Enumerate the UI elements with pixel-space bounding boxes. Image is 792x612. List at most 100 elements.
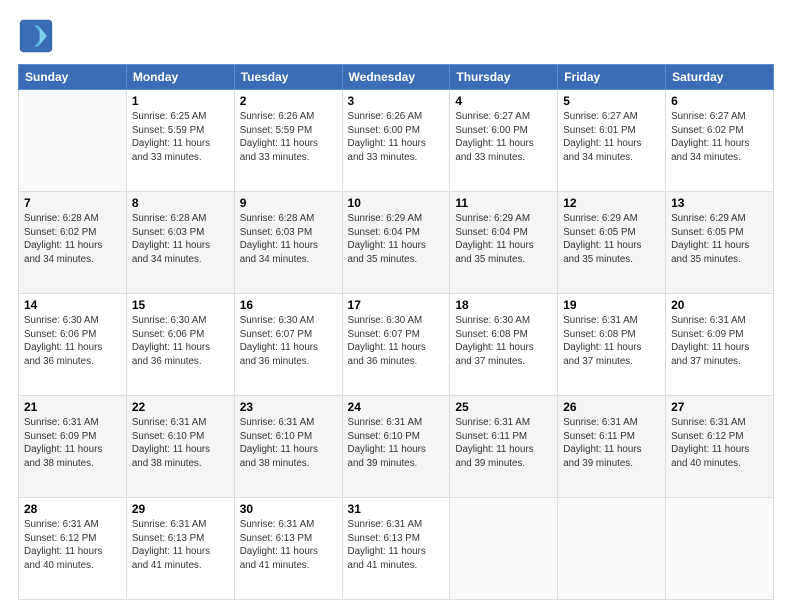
generalblue-icon <box>18 18 54 54</box>
day-info: Sunrise: 6:30 AM Sunset: 6:08 PM Dayligh… <box>455 314 552 369</box>
week-row-2: 7 Sunrise: 6:28 AM Sunset: 6:02 PM Daylig… <box>19 192 774 294</box>
day-cell: 17 Sunrise: 6:30 AM Sunset: 6:07 PM Dayli… <box>342 294 450 396</box>
day-number: 31 <box>348 502 445 516</box>
day-number: 11 <box>455 196 552 210</box>
day-cell: 22 Sunrise: 6:31 AM Sunset: 6:10 PM Dayli… <box>126 396 234 498</box>
day-cell: 5 Sunrise: 6:27 AM Sunset: 6:01 PM Daylig… <box>558 90 666 192</box>
day-info: Sunrise: 6:26 AM Sunset: 5:59 PM Dayligh… <box>240 110 337 165</box>
header <box>18 18 774 54</box>
day-number: 27 <box>671 400 768 414</box>
day-number: 16 <box>240 298 337 312</box>
day-number: 7 <box>24 196 121 210</box>
day-number: 1 <box>132 94 229 108</box>
day-number: 24 <box>348 400 445 414</box>
day-cell: 7 Sunrise: 6:28 AM Sunset: 6:02 PM Daylig… <box>19 192 127 294</box>
week-row-3: 14 Sunrise: 6:30 AM Sunset: 6:06 PM Dayli… <box>19 294 774 396</box>
day-cell: 13Sunrise: 6:29 AM Sunset: 6:05 PM Dayli… <box>666 192 774 294</box>
day-cell <box>666 498 774 600</box>
day-cell: 29 Sunrise: 6:31 AM Sunset: 6:13 PM Dayli… <box>126 498 234 600</box>
day-cell: 18 Sunrise: 6:30 AM Sunset: 6:08 PM Dayli… <box>450 294 558 396</box>
day-cell: 20Sunrise: 6:31 AM Sunset: 6:09 PM Dayli… <box>666 294 774 396</box>
day-cell <box>19 90 127 192</box>
day-cell: 14 Sunrise: 6:30 AM Sunset: 6:06 PM Dayli… <box>19 294 127 396</box>
day-number: 23 <box>240 400 337 414</box>
day-info: Sunrise: 6:31 AM Sunset: 6:09 PM Dayligh… <box>24 416 121 471</box>
day-info: Sunrise: 6:30 AM Sunset: 6:06 PM Dayligh… <box>24 314 121 369</box>
weekday-header-thursday: Thursday <box>450 65 558 90</box>
day-cell: 11 Sunrise: 6:29 AM Sunset: 6:04 PM Dayli… <box>450 192 558 294</box>
week-row-4: 21 Sunrise: 6:31 AM Sunset: 6:09 PM Dayli… <box>19 396 774 498</box>
day-info: Sunrise: 6:31 AM Sunset: 6:10 PM Dayligh… <box>348 416 445 471</box>
day-cell: 10Sunrise: 6:29 AM Sunset: 6:04 PM Dayli… <box>342 192 450 294</box>
logo <box>18 18 58 54</box>
day-info: Sunrise: 6:26 AM Sunset: 6:00 PM Dayligh… <box>348 110 445 165</box>
day-number: 14 <box>24 298 121 312</box>
day-info: Sunrise: 6:27 AM Sunset: 6:00 PM Dayligh… <box>455 110 552 165</box>
day-cell: 31 Sunrise: 6:31 AM Sunset: 6:13 PM Dayli… <box>342 498 450 600</box>
day-cell: 12 Sunrise: 6:29 AM Sunset: 6:05 PM Dayli… <box>558 192 666 294</box>
day-cell: 24 Sunrise: 6:31 AM Sunset: 6:10 PM Dayli… <box>342 396 450 498</box>
day-number: 17 <box>348 298 445 312</box>
day-info: Sunrise: 6:31 AM Sunset: 6:13 PM Dayligh… <box>132 518 229 573</box>
day-number: 5 <box>563 94 660 108</box>
day-info: Sunrise: 6:31 AM Sunset: 6:09 PM Dayligh… <box>671 314 768 369</box>
day-number: 10 <box>348 196 445 210</box>
day-info: Sunrise: 6:28 AM Sunset: 6:02 PM Dayligh… <box>24 212 121 267</box>
day-number: 19 <box>563 298 660 312</box>
day-cell: 23 Sunrise: 6:31 AM Sunset: 6:10 PM Dayli… <box>234 396 342 498</box>
day-cell: 2 Sunrise: 6:26 AM Sunset: 5:59 PM Daylig… <box>234 90 342 192</box>
week-row-1: 1 Sunrise: 6:25 AM Sunset: 5:59 PM Daylig… <box>19 90 774 192</box>
day-info: Sunrise: 6:31 AM Sunset: 6:13 PM Dayligh… <box>240 518 337 573</box>
day-cell: 27 Sunrise: 6:31 AM Sunset: 6:12 PM Dayli… <box>666 396 774 498</box>
day-cell: 8Sunrise: 6:28 AM Sunset: 6:03 PM Daylig… <box>126 192 234 294</box>
day-number: 21 <box>24 400 121 414</box>
day-number: 6 <box>671 94 768 108</box>
day-number: 13 <box>671 196 768 210</box>
day-cell: 6 Sunrise: 6:27 AM Sunset: 6:02 PM Daylig… <box>666 90 774 192</box>
day-number: 18 <box>455 298 552 312</box>
day-info: Sunrise: 6:31 AM Sunset: 6:12 PM Dayligh… <box>24 518 121 573</box>
weekday-header-sunday: Sunday <box>19 65 127 90</box>
day-cell: 25Sunrise: 6:31 AM Sunset: 6:11 PM Dayli… <box>450 396 558 498</box>
day-number: 30 <box>240 502 337 516</box>
day-info: Sunrise: 6:25 AM Sunset: 5:59 PM Dayligh… <box>132 110 229 165</box>
weekday-header-friday: Friday <box>558 65 666 90</box>
day-info: Sunrise: 6:31 AM Sunset: 6:11 PM Dayligh… <box>563 416 660 471</box>
day-info: Sunrise: 6:31 AM Sunset: 6:13 PM Dayligh… <box>348 518 445 573</box>
day-number: 12 <box>563 196 660 210</box>
day-number: 4 <box>455 94 552 108</box>
day-info: Sunrise: 6:29 AM Sunset: 6:04 PM Dayligh… <box>455 212 552 267</box>
weekday-header-saturday: Saturday <box>666 65 774 90</box>
day-number: 29 <box>132 502 229 516</box>
day-cell: 3Sunrise: 6:26 AM Sunset: 6:00 PM Daylig… <box>342 90 450 192</box>
day-info: Sunrise: 6:31 AM Sunset: 6:11 PM Dayligh… <box>455 416 552 471</box>
day-cell: 4 Sunrise: 6:27 AM Sunset: 6:00 PM Daylig… <box>450 90 558 192</box>
day-cell <box>558 498 666 600</box>
page: SundayMondayTuesdayWednesdayThursdayFrid… <box>0 0 792 612</box>
weekday-header-monday: Monday <box>126 65 234 90</box>
day-info: Sunrise: 6:27 AM Sunset: 6:02 PM Dayligh… <box>671 110 768 165</box>
day-info: Sunrise: 6:28 AM Sunset: 6:03 PM Dayligh… <box>240 212 337 267</box>
weekday-header-row: SundayMondayTuesdayWednesdayThursdayFrid… <box>19 65 774 90</box>
day-number: 2 <box>240 94 337 108</box>
day-number: 26 <box>563 400 660 414</box>
day-info: Sunrise: 6:31 AM Sunset: 6:12 PM Dayligh… <box>671 416 768 471</box>
day-number: 15 <box>132 298 229 312</box>
day-info: Sunrise: 6:28 AM Sunset: 6:03 PM Dayligh… <box>132 212 229 267</box>
day-cell: 16 Sunrise: 6:30 AM Sunset: 6:07 PM Dayli… <box>234 294 342 396</box>
day-number: 22 <box>132 400 229 414</box>
day-info: Sunrise: 6:30 AM Sunset: 6:07 PM Dayligh… <box>348 314 445 369</box>
day-info: Sunrise: 6:31 AM Sunset: 6:10 PM Dayligh… <box>132 416 229 471</box>
day-info: Sunrise: 6:30 AM Sunset: 6:07 PM Dayligh… <box>240 314 337 369</box>
day-info: Sunrise: 6:30 AM Sunset: 6:06 PM Dayligh… <box>132 314 229 369</box>
day-info: Sunrise: 6:31 AM Sunset: 6:10 PM Dayligh… <box>240 416 337 471</box>
day-info: Sunrise: 6:31 AM Sunset: 6:08 PM Dayligh… <box>563 314 660 369</box>
day-number: 9 <box>240 196 337 210</box>
day-cell: 26 Sunrise: 6:31 AM Sunset: 6:11 PM Dayli… <box>558 396 666 498</box>
day-cell: 1 Sunrise: 6:25 AM Sunset: 5:59 PM Daylig… <box>126 90 234 192</box>
day-info: Sunrise: 6:27 AM Sunset: 6:01 PM Dayligh… <box>563 110 660 165</box>
day-info: Sunrise: 6:29 AM Sunset: 6:05 PM Dayligh… <box>563 212 660 267</box>
day-number: 28 <box>24 502 121 516</box>
weekday-header-wednesday: Wednesday <box>342 65 450 90</box>
week-row-5: 28 Sunrise: 6:31 AM Sunset: 6:12 PM Dayli… <box>19 498 774 600</box>
